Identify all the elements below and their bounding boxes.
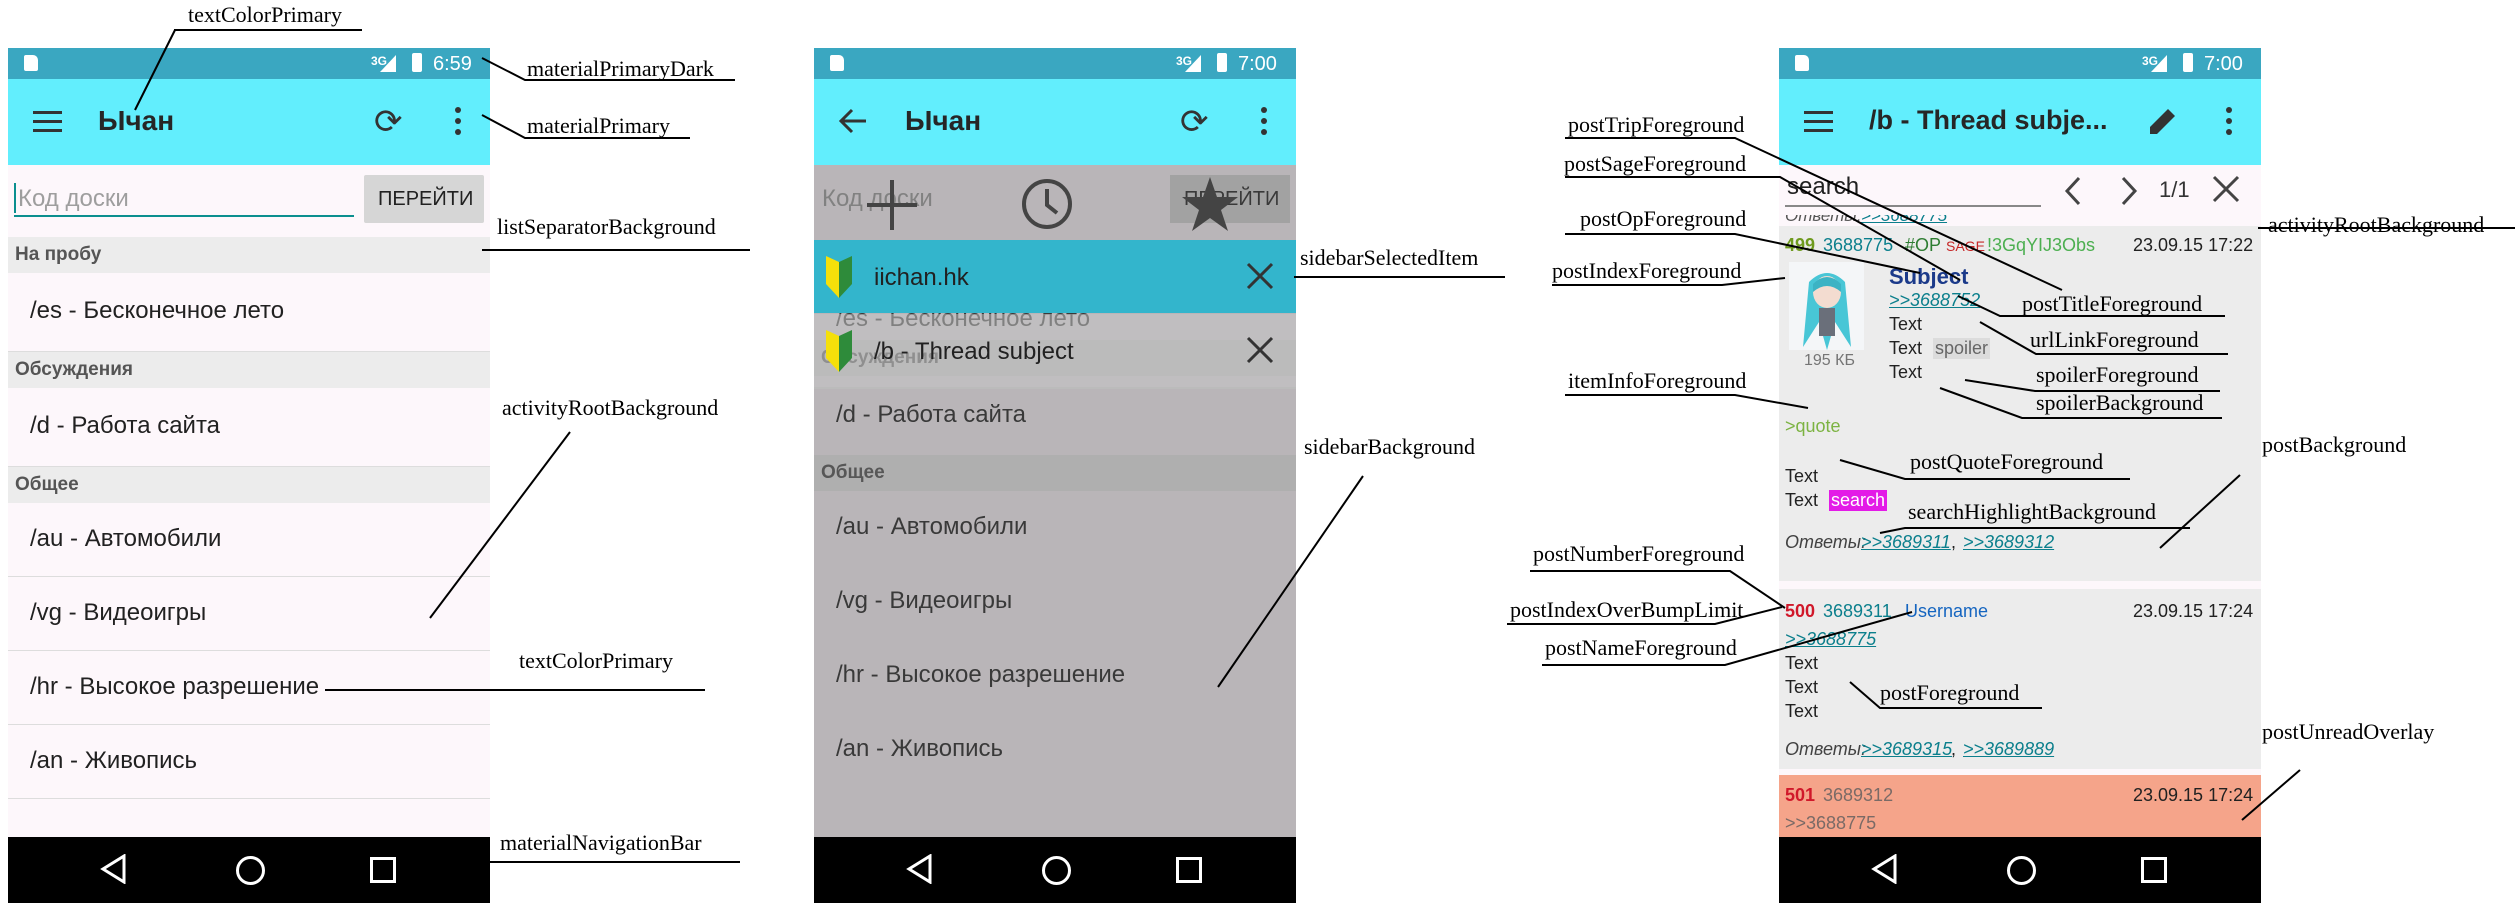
annotation-label: materialPrimaryDark [527,56,714,81]
annotation-label: searchHighlightBackground [1908,499,2157,524]
annotation-label: postOpForeground [1580,206,1747,231]
annotation-label: postSageForeground [1564,151,1747,176]
annotation-label: spoilerForeground [2036,362,2199,387]
annotation-label: textColorPrimary [519,648,673,673]
annotation-label: activityRootBackground [2268,212,2485,237]
annotation-label: materialNavigationBar [500,830,702,855]
annotation-label: postBackground [2262,432,2407,457]
annotation-label: postIndexForeground [1552,258,1742,283]
annotation-label: listSeparatorBackground [497,214,716,239]
annotation-label: spoilerBackground [2036,390,2204,415]
annotation-label: urlLinkForeground [2030,327,2199,352]
annotation-label: postNameForeground [1545,635,1737,660]
annotation-label: postTitleForeground [2022,291,2203,316]
annotation-label: sidebarBackground [1304,434,1476,459]
annotation-label: postQuoteForeground [1910,449,2104,474]
annotation-label: sidebarSelectedItem [1300,245,1479,270]
annotation-label: itemInfoForeground [1568,368,1747,393]
annotation-label: postTripForeground [1568,112,1745,137]
annotation-label: textColorPrimary [188,2,342,27]
annotation-label: materialPrimary [527,113,670,138]
annotation-label: postForeground [1880,680,2020,705]
annotation-lines [134,29,2515,863]
annotation-label: activityRootBackground [502,395,719,420]
annotation-label: postNumberForeground [1533,541,1745,566]
annotation-label: postUnreadOverlay [2262,719,2435,744]
annotation-label: postIndexOverBumpLimit [1510,597,1744,622]
